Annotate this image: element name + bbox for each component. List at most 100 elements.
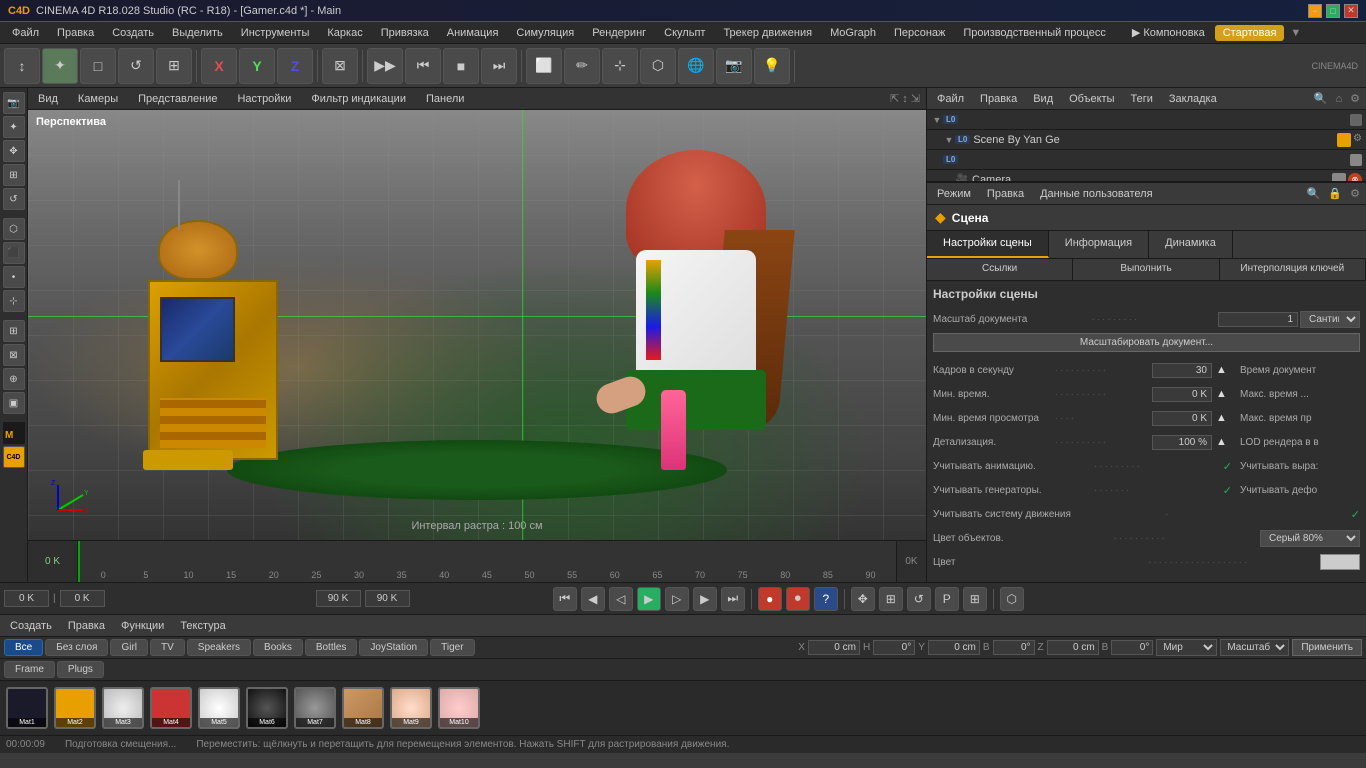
apply-button[interactable]: Применить	[1292, 639, 1362, 656]
menu-startup[interactable]: Стартовая	[1215, 25, 1285, 41]
toolbar-rotate-icon[interactable]: ↺	[118, 48, 154, 84]
mat-3[interactable]: Mat3	[102, 687, 144, 729]
rp-bottom-userdata[interactable]: Данные пользователя	[1036, 186, 1156, 202]
anim-record[interactable]: ⏺	[786, 587, 810, 611]
vp-menu-view[interactable]: Вид	[34, 91, 62, 107]
sidebar-edge-icon[interactable]: ⬛	[3, 242, 25, 264]
tag-orange-camera[interactable]: ⊗	[1348, 173, 1362, 182]
menu-sim[interactable]: Симуляция	[508, 25, 582, 41]
toolbar-pointer-icon[interactable]: ✦	[42, 48, 78, 84]
tab-dynamics[interactable]: Динамика	[1149, 231, 1233, 258]
coord-b-input[interactable]	[993, 640, 1035, 655]
anim-scale2[interactable]: ⊞	[879, 587, 903, 611]
filter-books[interactable]: Books	[253, 639, 303, 656]
mat-4[interactable]: Mat4	[150, 687, 192, 729]
color-swatch[interactable]	[1320, 554, 1360, 570]
fps-spinup[interactable]: ▲	[1216, 364, 1232, 376]
filter-nolayer[interactable]: Без слоя	[45, 639, 108, 656]
filter-speakers[interactable]: Speakers	[187, 639, 251, 656]
rp-bottom-search-icon[interactable]: 🔍	[1307, 187, 1321, 200]
menu-edit[interactable]: Правка	[49, 25, 102, 41]
mat-5[interactable]: Mat5	[198, 687, 240, 729]
rp-menu-tags[interactable]: Теги	[1127, 91, 1157, 107]
detail-spinup[interactable]: ▲	[1216, 436, 1232, 448]
rp-bottom-gear-icon[interactable]: ⚙	[1350, 187, 1360, 200]
menu-file[interactable]: Файл	[4, 25, 47, 41]
vp-menu-filter[interactable]: Фильтр индикации	[307, 91, 410, 107]
rp-search-icon[interactable]: 🔍	[1314, 92, 1328, 105]
menu-sculpt[interactable]: Скульпт	[656, 25, 713, 41]
menu-wireframe[interactable]: Каркас	[319, 25, 370, 41]
menu-create[interactable]: Создать	[104, 25, 162, 41]
toolbar-obj-icon[interactable]: ⊠	[322, 48, 358, 84]
link-execute[interactable]: Выполнить	[1073, 259, 1219, 280]
vp-menu-settings[interactable]: Настройки	[233, 91, 295, 107]
coord-z-input[interactable]	[1047, 640, 1099, 655]
rp-menu-view[interactable]: Вид	[1029, 91, 1057, 107]
menu-mograph[interactable]: MoGraph	[822, 25, 884, 41]
anim-next-frame[interactable]: ▶	[693, 587, 717, 611]
anim-help[interactable]: ?	[814, 587, 838, 611]
vp-menu-panels[interactable]: Панели	[422, 91, 468, 107]
rp-bottom-lock-icon[interactable]: 🔒	[1328, 187, 1342, 200]
sidebar-point-icon[interactable]: •	[3, 266, 25, 288]
filter-tiger[interactable]: Tiger	[430, 639, 474, 656]
lower-menu-functions[interactable]: Функции	[117, 618, 168, 634]
minpreview-spinup[interactable]: ▲	[1216, 412, 1232, 424]
sidebar-grid-icon[interactable]: ⊞	[3, 320, 25, 342]
toolbar-scale-icon[interactable]: ⊞	[156, 48, 192, 84]
tag-gray-lo1[interactable]	[1350, 114, 1362, 126]
sidebar-snap-icon[interactable]: ⊠	[3, 344, 25, 366]
timeline-playhead[interactable]	[78, 541, 80, 582]
tab-scene-settings[interactable]: Настройки сцены	[927, 231, 1049, 258]
mat-6[interactable]: Mat6	[246, 687, 288, 729]
timeline-ruler[interactable]: 0 5 10 15 20 25 30 35 40 45 50 55 60 65 …	[78, 541, 896, 582]
vp-resize-icon[interactable]: ⇱ ↕ ⇲	[890, 92, 920, 105]
sidebar-select-icon[interactable]: ✦	[3, 116, 25, 138]
maximize-button[interactable]: □	[1326, 4, 1340, 18]
toolbar-scene-icon[interactable]: 🌐	[678, 48, 714, 84]
expand-lo1[interactable]: ▼	[931, 114, 943, 126]
toolbar-move-icon[interactable]: ↕	[4, 48, 40, 84]
menu-tools[interactable]: Инструменты	[233, 25, 318, 41]
setting-detail-value[interactable]	[1152, 435, 1212, 450]
coord-p-input[interactable]	[1111, 640, 1153, 655]
coord-scale-select[interactable]: Масштаб	[1220, 639, 1289, 656]
anim-rotate2[interactable]: ↺	[907, 587, 931, 611]
rp-menu-objects[interactable]: Объекты	[1065, 91, 1118, 107]
setting-mintime-value[interactable]	[1152, 387, 1212, 402]
vp-menu-cameras[interactable]: Камеры	[74, 91, 122, 107]
toolbar-pen-icon[interactable]: ✏	[564, 48, 600, 84]
obj-row-scene-by-yan[interactable]: ▼ L0 Scene By Yan Ge ⚙	[927, 130, 1366, 150]
toolbar-z-axis[interactable]: Z	[277, 48, 313, 84]
mat-2[interactable]: Mat2	[54, 687, 96, 729]
anim-autokey[interactable]: ●	[758, 587, 782, 611]
toolbar-frame-icon[interactable]: ⏭	[481, 48, 517, 84]
anim-play[interactable]: ▶	[637, 587, 661, 611]
anim-end-time2[interactable]	[365, 590, 410, 607]
sidebar-poly-icon[interactable]: ⬡	[3, 218, 25, 240]
setting-fps-value[interactable]	[1152, 363, 1212, 378]
toolbar-light-icon[interactable]: 💡	[754, 48, 790, 84]
link-refs[interactable]: Ссылки	[927, 259, 1073, 280]
mat-9[interactable]: Mat9	[390, 687, 432, 729]
toolbar-camera-icon[interactable]: 📷	[716, 48, 752, 84]
toolbar-cube-icon[interactable]: ⬜	[526, 48, 562, 84]
toolbar-record-icon[interactable]: ⏮	[405, 48, 441, 84]
obj-row-camera[interactable]: 🎥 Camera ⊗	[927, 170, 1366, 181]
rp-bottom-mode[interactable]: Режим	[933, 186, 975, 202]
link-interpolate[interactable]: Интерполяция ключей	[1220, 259, 1366, 280]
setting-scale-value[interactable]	[1218, 312, 1298, 327]
tag-gray-camera[interactable]	[1332, 173, 1346, 182]
anim-pin[interactable]: P	[935, 587, 959, 611]
obj-row-lo2[interactable]: L0	[927, 150, 1366, 170]
toolbar-box-icon[interactable]: □	[80, 48, 116, 84]
rp-home-icon[interactable]: ⌂	[1335, 93, 1342, 105]
anim-prev-frame[interactable]: ◀	[581, 587, 605, 611]
rp-bottom-edit[interactable]: Правка	[983, 186, 1028, 202]
filter-all[interactable]: Все	[4, 639, 43, 656]
sidebar-cinema-icon[interactable]: C4D	[3, 446, 25, 468]
coord-world-select[interactable]: Мир Объект	[1156, 639, 1217, 656]
mat-7[interactable]: Mat7	[294, 687, 336, 729]
viewport-canvas[interactable]: Y X Z Перспектива Интервал растра : 100 …	[28, 110, 926, 540]
